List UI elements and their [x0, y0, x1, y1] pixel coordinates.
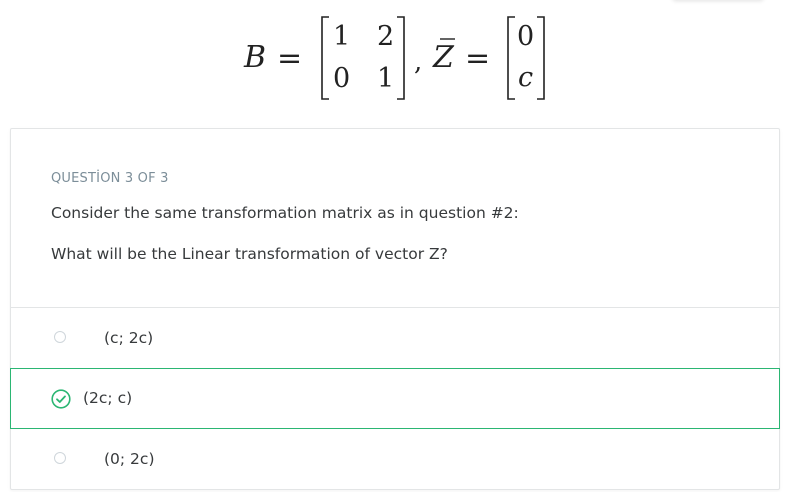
answer-option-1[interactable]: (c; 2c)	[11, 308, 779, 368]
radio-empty-icon[interactable]	[54, 452, 66, 464]
matrix-b-cell-21: 0	[333, 63, 350, 94]
vector-z-cell-2: c	[518, 62, 533, 93]
matrix-equation: B = 1 2 0 1 , Z = 0 c	[243, 16, 545, 100]
equals-sign-1: =	[277, 41, 302, 76]
radio-empty-icon[interactable]	[54, 331, 66, 343]
check-circle-icon	[51, 389, 71, 409]
answer-option-label: (2c; c)	[83, 389, 133, 407]
comma: ,	[414, 47, 422, 77]
answer-option-label: (0; 2c)	[104, 450, 155, 468]
matrix-b-cell-22: 1	[377, 63, 394, 94]
answer-option-label: (c; 2c)	[104, 329, 154, 347]
matrix-b-cell-11: 1	[333, 21, 350, 52]
right-bracket-z	[537, 16, 545, 100]
left-bracket-z	[507, 16, 515, 100]
question-counter: QUESTİON 3 OF 3	[51, 171, 169, 186]
quiz-page: B = 1 2 0 1 , Z = 0 c QUESTİON 3 OF 3 Co…	[0, 0, 786, 492]
z-symbol: Z	[432, 40, 455, 75]
question-text-line1: Consider the same transformation matrix …	[51, 204, 519, 222]
matrix-b-cell-12: 2	[377, 21, 394, 52]
right-bracket-b	[397, 16, 405, 100]
question-text-line2: What will be the Linear transformation o…	[51, 245, 448, 263]
answer-option-3[interactable]: (0; 2c)	[11, 429, 779, 489]
left-bracket-b	[321, 16, 329, 100]
equals-sign-2: =	[465, 41, 490, 76]
answer-option-2-correct[interactable]: (2c; c)	[10, 368, 780, 429]
vector-z-cell-1: 0	[517, 21, 534, 52]
question-card: QUESTİON 3 OF 3 Consider the same transf…	[10, 128, 780, 490]
b-symbol: B	[243, 40, 266, 75]
